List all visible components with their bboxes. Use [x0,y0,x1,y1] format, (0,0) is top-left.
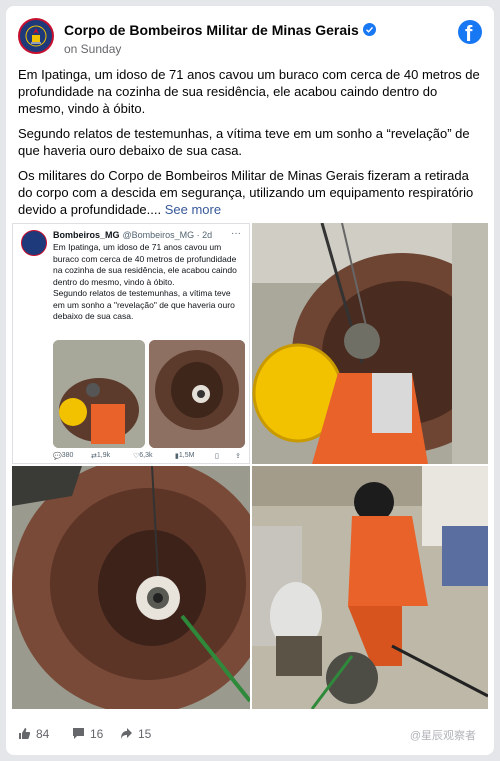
post-timestamp[interactable]: on Sunday [64,42,121,56]
post-header: Corpo de Bombeiros Militar de Minas Gera… [18,18,482,62]
more-options-icon: ··· [231,228,241,239]
photo-grid: Bombeiros_MG @Bombeiros_MG · 2d ··· Em Ip… [12,223,488,709]
comment-count: 16 [90,727,104,741]
post-paragraph: Em Ipatinga, um idoso de 71 anos cavou u… [18,67,480,116]
tweet-handle: @Bombeiros_MG · 2d [122,230,213,240]
thumbs-up-icon [19,728,31,739]
tweet-author: Bombeiros_MG @Bombeiros_MG · 2d [53,230,212,240]
facebook-logo-icon: f [458,20,482,46]
facebook-post-card: Corpo de Bombeiros Militar de Minas Gera… [6,6,494,755]
tweet-text-line: Em Ipatinga, um idoso de 71 anos cavou u… [53,242,237,287]
like-count: 84 [36,727,50,741]
fire-department-emblem-icon [25,25,47,47]
page-name[interactable]: Corpo de Bombeiros Militar de Minas Gera… [64,22,359,38]
bookmark-icon[interactable]: ▯ [215,452,219,460]
see-more-link[interactable]: See more [165,202,221,217]
share-reaction[interactable]: 15 [120,727,151,741]
like-count[interactable]: ♡ 6,3k [133,452,153,460]
page-name-row: Corpo de Bombeiros Militar de Minas Gera… [64,22,376,38]
tweet-photo-hole [149,340,245,448]
tweet-name: Bombeiros_MG [53,230,120,240]
retweet-count[interactable]: ⇄ 1,9k [91,452,110,460]
post-body: Em Ipatinga, um idoso de 71 anos cavou u… [18,66,482,226]
reactions-bar: 84 16 15 @星辰观察者 [18,725,482,745]
post-paragraph: Segundo relatos de testemunhas, a vítima… [18,126,470,158]
tweet-avatar [21,230,47,256]
comment-icon [73,728,84,739]
share-arrow-icon [121,728,132,739]
photo-rescuer-at-hole[interactable] [252,223,488,464]
share-icon[interactable]: ⇪ [235,452,241,460]
tweet-actions: 💬 380 ⇄ 1,9k ♡ 6,3k ▮ 1,5M ▯ ⇪ [53,452,245,462]
reply-count-value: 380 [61,452,74,459]
view-count[interactable]: ▮ 1,5M [175,452,194,460]
post-paragraph-text: Os militares do Corpo de Bombeiros Milit… [18,168,474,217]
photo-hole-closeup[interactable] [12,466,250,709]
watermark: @星辰观察者 [409,730,476,742]
like-reaction[interactable]: 84 [18,727,49,741]
photo-tweet-screenshot[interactable]: Bombeiros_MG @Bombeiros_MG · 2d ··· Em Ip… [12,223,250,464]
comment-reaction[interactable]: 16 [72,727,103,741]
tweet-text: Em Ipatinga, um idoso de 71 anos cavou u… [53,242,243,323]
page-avatar[interactable] [18,18,54,54]
photo-rescuer-kneeling[interactable] [252,466,488,709]
reply-count[interactable]: 💬 380 [53,452,73,460]
like-count-value: 6,3k [139,452,153,459]
share-count: 15 [138,727,152,741]
tweet-photo-rescuer [53,340,145,448]
view-count-value: 1,5M [178,452,195,459]
retweet-count-value: 1,9k [96,452,111,459]
post-paragraph: Os militares do Corpo de Bombeiros Milit… [18,167,482,218]
tweet-text-line: Segundo relatos de testemunhas, a vítima… [53,288,235,321]
verified-badge-icon [362,23,376,36]
